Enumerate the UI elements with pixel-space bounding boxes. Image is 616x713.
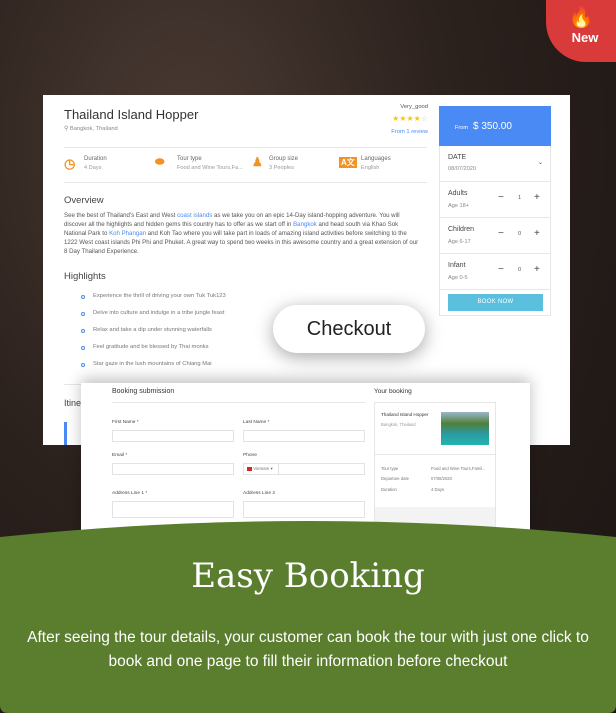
tour-title: Thailand Island Hopper <box>64 107 199 122</box>
infant-label: Infant <box>448 262 466 269</box>
adults-plus-button[interactable]: + <box>534 192 540 203</box>
rating-label: Very_good <box>400 104 428 110</box>
tour-type-value: Food and Wine Tours,Fa... <box>177 165 243 171</box>
person-icon: ♟ <box>252 155 263 169</box>
children-minus-button[interactable]: − <box>498 228 504 239</box>
list-item: Delve into culture and indulge in a trib… <box>93 310 225 316</box>
tour-thumbnail <box>441 412 489 445</box>
date-value: 08/07/2020 <box>448 166 476 172</box>
list-item: Experience the thrill of driving your ow… <box>93 293 226 299</box>
languages-label: Languages <box>361 156 391 162</box>
your-booking-heading: Your booking <box>374 388 412 395</box>
duration-value: 4 Days <box>84 165 102 171</box>
infant-minus-button[interactable]: − <box>498 264 504 275</box>
reviews-link[interactable]: From 1 review <box>391 129 428 135</box>
adults-minus-button[interactable]: − <box>498 192 504 203</box>
rating-stars: ★★★★☆ <box>392 114 428 123</box>
group-size-label: Group size <box>269 156 299 162</box>
banner-description: After seeing the tour details, your cust… <box>27 629 589 670</box>
children-label: Children <box>448 226 475 233</box>
price-header: From $ 350.00 <box>439 106 551 146</box>
itinerary-heading: Itine <box>64 398 82 408</box>
price: $ 350.00 <box>473 121 512 132</box>
checkout-label: Checkout <box>273 305 425 353</box>
language-icon: A文 <box>339 157 357 168</box>
booking-submission-heading: Booking submission <box>112 388 175 395</box>
duration-label: Duration <box>84 156 107 162</box>
footprints-icon: ⬬ <box>155 156 165 168</box>
adults-label: Adults <box>448 190 468 197</box>
koh-phangan-link[interactable]: Koh Phangan <box>109 230 146 237</box>
green-banner <box>0 521 616 713</box>
list-item: Star gaze in the lush mountains of Chian… <box>93 361 212 367</box>
banner-title: Easy Booking <box>191 556 425 596</box>
bangkok-link[interactable]: Bangkok <box>293 221 317 228</box>
infant-plus-button[interactable]: + <box>534 264 540 275</box>
overview-text: See the best of Thailand's East and West… <box>64 212 419 255</box>
vietnam-flag-icon <box>247 467 252 471</box>
new-label: New <box>571 30 599 45</box>
email-input[interactable] <box>112 463 234 475</box>
first-name-input[interactable] <box>112 430 234 442</box>
booking-widget: From $ 350.00 DATE 08/07/2020 ⌄ Adults A… <box>439 106 551 316</box>
tour-location: ⚲ Bangkok, Thailand <box>64 126 118 132</box>
coast-islands-link[interactable]: coast islands <box>177 212 212 219</box>
highlights-heading: Highlights <box>64 271 106 282</box>
children-count: 0 <box>518 231 522 237</box>
list-item: Feel gratitude and be blessed by Thai mo… <box>93 344 209 350</box>
itinerary-accent <box>64 422 67 445</box>
flame-icon: 🔥 <box>568 7 594 29</box>
date-picker[interactable]: DATE 08/07/2020 ⌄ <box>440 146 550 181</box>
book-now-button[interactable]: BOOK NOW <box>448 294 543 311</box>
languages-value: English <box>361 165 380 171</box>
children-plus-button[interactable]: + <box>534 228 540 239</box>
infant-count: 0 <box>518 267 522 273</box>
chevron-down-icon: ⌄ <box>538 160 544 166</box>
last-name-input[interactable] <box>243 430 365 442</box>
country-select[interactable]: Vietnam ▾ <box>244 464 279 474</box>
clock-icon: ◷ <box>64 156 76 171</box>
overview-heading: Overview <box>64 195 104 206</box>
group-size-value: 3 Peoples <box>269 165 294 171</box>
adults-count: 1 <box>518 195 522 201</box>
tour-type-label: Tour type <box>177 156 202 162</box>
list-item: Relax and take a dip under stunning wate… <box>93 327 212 333</box>
